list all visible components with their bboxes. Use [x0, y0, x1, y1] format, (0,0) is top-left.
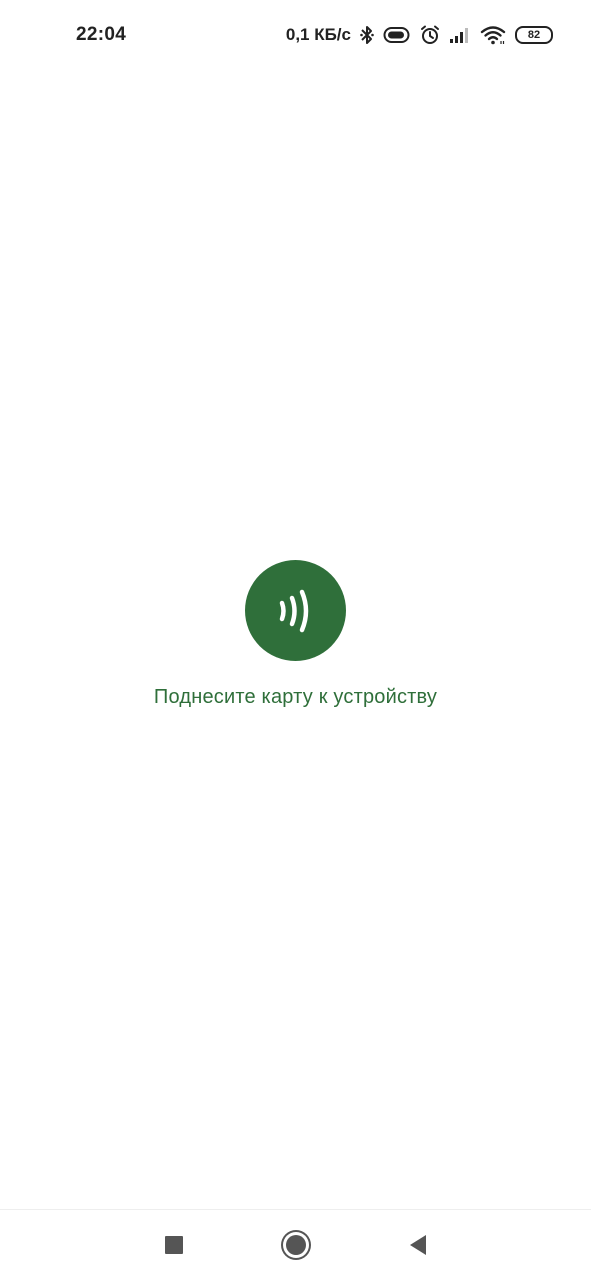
nfc-prompt-text: Поднесите карту к устройству	[153, 686, 438, 708]
triangle-back-icon	[409, 1235, 426, 1255]
network-speed: 0,1 КБ/с	[285, 25, 351, 44]
bluetooth-icon	[360, 25, 374, 45]
circle-icon	[285, 1235, 306, 1255]
square-icon	[164, 1236, 183, 1254]
nfc-contactless-icon	[245, 560, 346, 661]
vpn-key-icon	[383, 26, 411, 44]
home-button[interactable]	[235, 1210, 357, 1280]
wifi-icon	[480, 25, 506, 45]
navigation-bar	[0, 1209, 591, 1280]
recent-apps-button[interactable]	[113, 1210, 235, 1280]
back-button[interactable]	[357, 1210, 479, 1280]
alarm-icon	[420, 25, 440, 45]
signal-icon	[449, 26, 471, 44]
status-bar: 22:04 0,1 КБ/с 82	[0, 0, 591, 70]
nfc-prompt: Поднесите карту к устройству	[0, 560, 591, 709]
status-time: 22:04	[76, 24, 127, 45]
screen: 22:04 0,1 КБ/с 82 Поднесите карту к устр…	[0, 0, 591, 1280]
status-icons: 0,1 КБ/с 82	[286, 25, 553, 45]
battery-icon: 82	[515, 26, 553, 44]
